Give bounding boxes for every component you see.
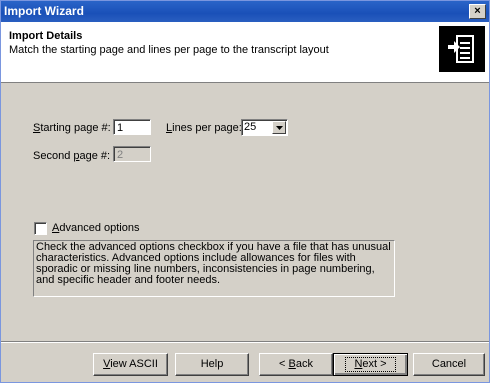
help-button[interactable]: Help — [175, 353, 249, 376]
starting-page-label: Starting page #: — [33, 122, 111, 134]
close-button[interactable]: × — [469, 4, 486, 19]
cancel-button[interactable]: Cancel — [413, 353, 485, 376]
lines-per-page-label: Lines per page: — [166, 122, 242, 134]
wizard-header: Import Details Match the starting page a… — [1, 22, 489, 83]
page-title: Import Details — [9, 30, 83, 42]
window-title: Import Wizard — [4, 4, 84, 18]
page-subtitle: Match the starting page and lines per pa… — [9, 44, 329, 56]
view-ascii-button[interactable]: View ASCII — [93, 353, 168, 376]
next-button[interactable]: Next > — [333, 353, 408, 376]
advanced-options-checkbox[interactable] — [34, 222, 47, 235]
lines-per-page-value: 25 — [244, 121, 257, 133]
title-bar[interactable]: Import Wizard × — [1, 1, 489, 22]
starting-page-input[interactable]: 1 — [113, 119, 151, 135]
back-button[interactable]: < Back — [259, 353, 333, 376]
lines-per-page-dropdown[interactable]: 25 — [241, 119, 288, 136]
advanced-options-label[interactable]: Advanced options — [52, 222, 139, 234]
advanced-options-description: Check the advanced options checkbox if y… — [33, 240, 395, 297]
close-icon: × — [474, 5, 481, 17]
footer-divider-highlight — [1, 342, 489, 343]
import-wizard-window: Import Wizard × Import Details Match the… — [0, 0, 490, 383]
import-document-icon — [439, 26, 485, 72]
second-page-label: Second page #: — [33, 150, 111, 162]
second-page-input: 2 — [113, 146, 151, 162]
chevron-down-icon[interactable] — [272, 121, 286, 134]
